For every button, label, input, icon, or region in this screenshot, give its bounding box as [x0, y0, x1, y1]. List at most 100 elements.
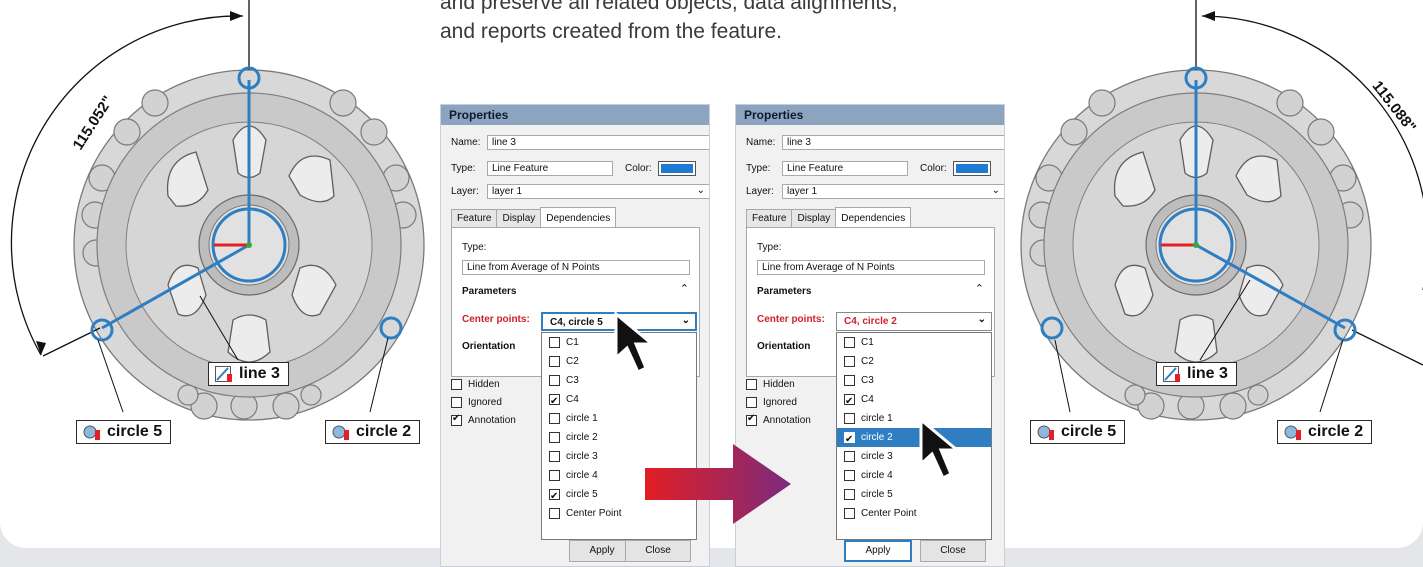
double-chevron-up-icon[interactable]: ⌃ — [680, 282, 689, 295]
circle-feature-icon — [1037, 424, 1055, 440]
checkbox[interactable] — [549, 337, 560, 348]
center-points-combo[interactable]: C4, circle 2 ⌄ — [836, 312, 992, 331]
transition-arrow — [645, 444, 791, 524]
color-label: Color: — [625, 163, 652, 174]
checkbox[interactable] — [549, 432, 560, 443]
option-label: Ignored — [763, 397, 797, 409]
dropdown-item-label: circle 5 — [861, 489, 893, 500]
checkbox[interactable] — [549, 375, 560, 386]
right-line-3-callout[interactable]: line 3 — [1156, 362, 1237, 386]
left-circle-5-callout[interactable]: circle 5 — [76, 420, 172, 444]
dropdown-item-label: C2 — [861, 356, 874, 367]
orientation-header[interactable]: Orientation — [462, 341, 515, 352]
left-line-3-callout[interactable]: line 3 — [208, 362, 289, 386]
checkbox[interactable] — [844, 451, 855, 462]
parameters-header[interactable]: Parameters — [462, 286, 516, 297]
right-circle-2-callout[interactable]: circle 2 — [1277, 420, 1373, 444]
tab-display[interactable]: Display — [496, 209, 542, 227]
checkbox[interactable] — [746, 413, 757, 426]
checkbox[interactable] — [549, 470, 560, 481]
dropdown-item[interactable]: circle 1 — [542, 409, 696, 428]
tab-dependencies[interactable]: Dependencies — [835, 207, 912, 227]
close-button[interactable]: Close — [625, 540, 691, 562]
checkbox[interactable] — [549, 413, 560, 424]
color-swatch[interactable] — [657, 161, 696, 176]
checkbox[interactable] — [844, 470, 855, 481]
checkbox[interactable] — [549, 508, 560, 519]
tab-bar: Feature Display Dependencies — [451, 207, 617, 227]
tab-feature[interactable]: Feature — [746, 209, 793, 227]
option-annotation[interactable]: Annotation — [451, 413, 516, 426]
dropdown-item-label: circle 5 — [566, 489, 598, 500]
panel-type-label: Type: — [462, 242, 487, 253]
dropdown-item[interactable]: circle 3 — [837, 447, 991, 466]
dropdown-item[interactable]: C2 — [837, 352, 991, 371]
option-annotation[interactable]: Annotation — [746, 413, 811, 426]
checkbox[interactable] — [844, 413, 855, 424]
layer-select[interactable]: layer 1 ⌄ — [782, 184, 1004, 199]
layer-select[interactable]: layer 1 ⌄ — [487, 184, 709, 199]
circle-feature-icon — [332, 424, 350, 440]
center-points-label: Center points: — [462, 314, 530, 325]
tab-dependencies[interactable]: Dependencies — [540, 207, 617, 227]
tab-feature[interactable]: Feature — [451, 209, 498, 227]
dropdown-item[interactable]: C4 — [837, 390, 991, 411]
tab-display[interactable]: Display — [791, 209, 837, 227]
center-points-value: C4, circle 2 — [844, 316, 897, 327]
checkbox[interactable] — [844, 430, 855, 449]
option-label: Ignored — [468, 397, 502, 409]
right-part-drawing: 115.088" — [1020, 0, 1423, 421]
right-circle-5-callout[interactable]: circle 5 — [1030, 420, 1126, 444]
option-hidden[interactable]: Hidden — [451, 379, 500, 390]
dropdown-item[interactable]: circle 1 — [837, 409, 991, 428]
checkbox[interactable] — [746, 379, 757, 390]
checkbox[interactable] — [549, 451, 560, 462]
close-button[interactable]: Close — [920, 540, 986, 562]
checkbox[interactable] — [549, 356, 560, 367]
double-chevron-up-icon[interactable]: ⌃ — [975, 282, 984, 295]
name-field[interactable]: line 3 — [782, 135, 1004, 150]
dropdown-item-label: circle 1 — [861, 413, 893, 424]
dropdown-item[interactable]: circle 4 — [837, 466, 991, 485]
dialog-title: Properties — [736, 105, 1004, 125]
apply-button[interactable]: Apply — [844, 540, 912, 562]
orientation-header[interactable]: Orientation — [757, 341, 810, 352]
panel-type-label: Type: — [757, 242, 782, 253]
checkbox[interactable] — [844, 508, 855, 519]
dropdown-item-label: C3 — [861, 375, 874, 386]
checkbox[interactable] — [844, 392, 855, 411]
dropdown-item[interactable]: C3 — [837, 371, 991, 390]
dropdown-item[interactable]: circle 2 — [837, 428, 991, 449]
dropdown-item[interactable]: C1 — [837, 333, 991, 352]
checkbox[interactable] — [746, 397, 757, 408]
option-hidden[interactable]: Hidden — [746, 379, 795, 390]
checkbox[interactable] — [451, 379, 462, 390]
checkbox[interactable] — [844, 375, 855, 386]
layer-value: layer 1 — [492, 186, 523, 197]
intro-text: and preserve all related objects, data a… — [440, 0, 1000, 46]
checkbox[interactable] — [451, 397, 462, 408]
checkbox[interactable] — [844, 489, 855, 500]
checkbox[interactable] — [549, 392, 560, 411]
parameters-header[interactable]: Parameters — [757, 286, 811, 297]
checkbox[interactable] — [549, 487, 560, 506]
line-feature-icon — [1163, 366, 1181, 382]
name-label: Name: — [746, 137, 776, 148]
color-swatch[interactable] — [952, 161, 991, 176]
option-ignored[interactable]: Ignored — [746, 397, 797, 408]
checkbox[interactable] — [844, 337, 855, 348]
option-ignored[interactable]: Ignored — [451, 397, 502, 408]
dropdown-item[interactable]: circle 5 — [837, 485, 991, 504]
layer-label: Layer: — [746, 186, 774, 197]
type-label: Type: — [451, 163, 476, 174]
checkbox[interactable] — [451, 413, 462, 426]
dropdown-item[interactable]: C4 — [542, 390, 696, 411]
checkbox[interactable] — [844, 356, 855, 367]
callout-label: circle 2 — [1308, 423, 1364, 440]
center-points-value: C4, circle 5 — [550, 317, 603, 328]
dropdown-item-label: circle 2 — [861, 432, 893, 443]
left-circle-2-callout[interactable]: circle 2 — [325, 420, 421, 444]
name-field[interactable]: line 3 — [487, 135, 709, 150]
dropdown-item[interactable]: Center Point — [837, 504, 991, 523]
intro-line-1: and preserve all related objects, data a… — [440, 0, 898, 14]
